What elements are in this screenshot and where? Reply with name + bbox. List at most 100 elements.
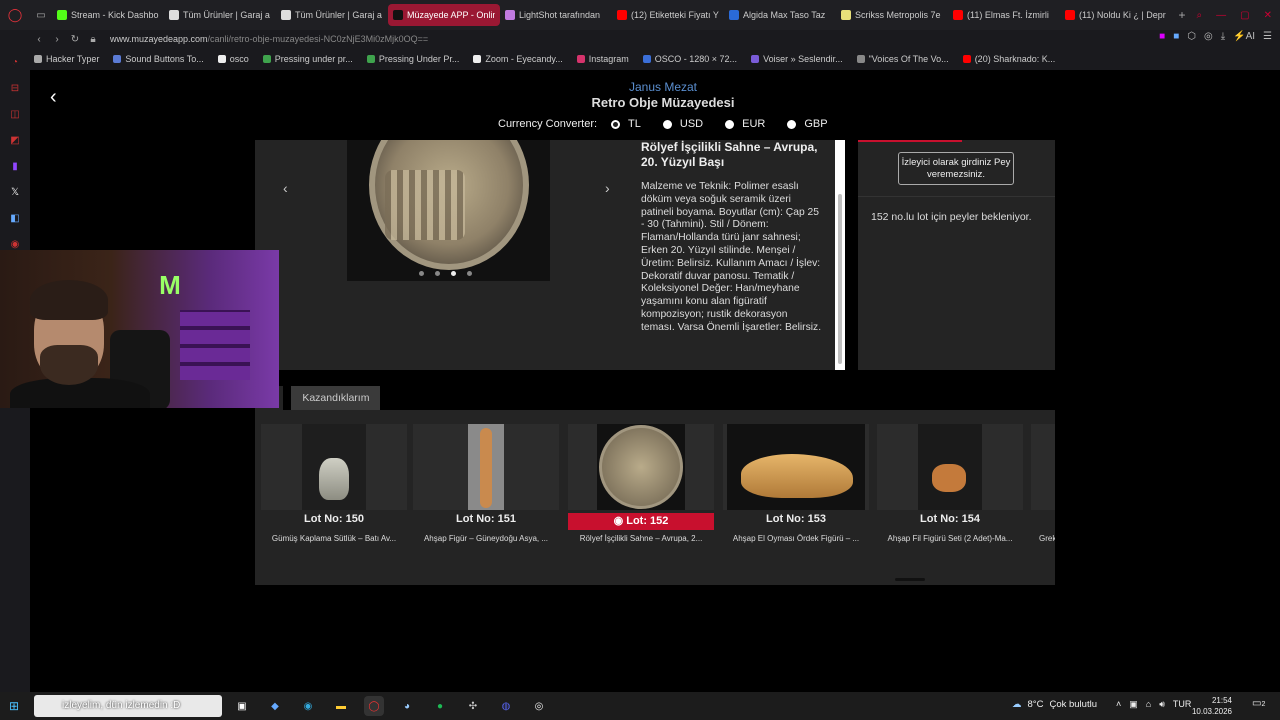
- browser-tab[interactable]: Stream - Kick Dashbo: [52, 4, 164, 26]
- translate-sidebar-icon[interactable]: ◧: [8, 212, 22, 226]
- messenger-icon[interactable]: ◫: [8, 108, 22, 122]
- bag-icon[interactable]: ⊟: [8, 82, 22, 96]
- bookmark-item[interactable]: Zoom - Eyecandy...: [473, 54, 563, 64]
- lot-card[interactable]: Lot No: 151 Ahşap Figür – Güneydoğu Asya,…: [413, 424, 559, 552]
- pagination-dot[interactable]: [435, 271, 440, 276]
- browser-tab[interactable]: Tüm Ürünler | Garaj a: [164, 4, 276, 26]
- speed-dial-icon[interactable]: ◔: [8, 56, 22, 70]
- url-field[interactable]: www.muzayedeapp.com/canli/retro-obje-muz…: [110, 34, 428, 44]
- pagination-dot[interactable]: [419, 271, 424, 276]
- description-scrollbar[interactable]: [835, 140, 845, 370]
- edge-icon[interactable]: ◉: [298, 696, 318, 716]
- back-nav-icon[interactable]: ‹: [30, 34, 48, 45]
- browser-tab[interactable]: Algida Max Taso Taz: [724, 4, 836, 26]
- twitch-icon[interactable]: ▮: [8, 160, 22, 174]
- lot-card[interactable]: Lot No: 154 Ahşap Fil Figürü Seti (2 Adet…: [877, 424, 1023, 552]
- start-icon[interactable]: ⊞: [0, 692, 28, 720]
- lot-number: Lot No: 153: [766, 513, 826, 525]
- tab-favicon-icon: [393, 10, 403, 20]
- weather-widget[interactable]: ☁ 8°C Çok bulutlu: [1012, 699, 1097, 710]
- bookmark-item[interactable]: Hacker Typer: [34, 54, 99, 64]
- bookmark-label: Sound Buttons To...: [125, 54, 204, 64]
- chevron-up-icon[interactable]: ˄: [1116, 699, 1121, 710]
- pagination-dot[interactable]: [451, 271, 456, 276]
- lot-image: [413, 424, 559, 510]
- browser-tab[interactable]: (11) Noldu Ki ¿ | Depr: [1060, 4, 1172, 26]
- taskbar-search[interactable]: izleyelim, dün izlemedin :D: [34, 695, 222, 717]
- bookmark-favicon-icon: [34, 55, 42, 63]
- new-tab-button[interactable]: +: [1172, 8, 1192, 22]
- lot-card[interactable]: Lot No: 153 Ahşap El Oyması Ördek Figürü …: [723, 424, 869, 552]
- browser-tab[interactable]: (11) Elmas Ft. İzmirli: [948, 4, 1060, 26]
- browser-tab[interactable]: Müzayede APP - Online M: [388, 4, 500, 26]
- bookmark-favicon-icon: [751, 55, 760, 63]
- discord-icon[interactable]: ◍: [496, 696, 516, 716]
- lot-card[interactable]: Grek: [1031, 424, 1055, 552]
- download-icon[interactable]: ⤓: [1221, 31, 1225, 42]
- extensions-icon[interactable]: ⬡: [1187, 31, 1196, 42]
- maximize-icon[interactable]: ▢: [1240, 10, 1249, 21]
- network-icon[interactable]: ⌂: [1146, 699, 1151, 710]
- currency-option-gbp[interactable]: GBP: [787, 118, 828, 130]
- browser-tab[interactable]: Tüm Ürünler | Garaj a: [276, 4, 388, 26]
- tab-label: Algida Max Taso Taz: [743, 10, 826, 20]
- prev-image-arrow-icon[interactable]: ‹: [283, 180, 288, 196]
- menu-icon[interactable]: ☰: [1263, 31, 1272, 42]
- bookmark-item[interactable]: Pressing Under Pr...: [366, 54, 459, 64]
- lot-name: Ahşap Fil Figürü Seti (2 Adet)-Ma...: [887, 534, 1013, 543]
- extension-icon[interactable]: ■: [1159, 31, 1165, 42]
- obs-icon[interactable]: ◎: [529, 696, 549, 716]
- bookmark-item[interactable]: Pressing under pr...: [262, 54, 353, 64]
- spotify-icon[interactable]: ●: [430, 696, 450, 716]
- auction-house-name[interactable]: Janus Mezat: [30, 80, 1280, 94]
- bookmark-item[interactable]: osco: [217, 54, 249, 64]
- tab-label: Stream - Kick Dashbo: [71, 10, 159, 20]
- tray-app-icon[interactable]: ▣: [1129, 699, 1138, 710]
- currency-option-eur[interactable]: EUR: [725, 118, 765, 130]
- clock[interactable]: 21:54 10.03.2026: [1192, 695, 1232, 717]
- lots-scrollbar[interactable]: [895, 578, 925, 581]
- lot-card[interactable]: Lot No: 150 Gümüş Kaplama Sütlük – Batı A…: [261, 424, 407, 552]
- explorer-icon[interactable]: ◆: [265, 696, 285, 716]
- forward-nav-icon[interactable]: ›: [48, 34, 66, 45]
- bookmark-item[interactable]: Sound Buttons To...: [113, 54, 204, 64]
- x-icon[interactable]: 𝕏: [8, 186, 22, 200]
- camera-icon[interactable]: ◎: [1204, 31, 1213, 42]
- task-view-icon[interactable]: ▣: [232, 696, 252, 716]
- next-image-arrow-icon[interactable]: ›: [605, 180, 610, 196]
- bookmark-item[interactable]: OSCO - 1280 × 72...: [642, 54, 737, 64]
- pagination-dot[interactable]: [467, 271, 472, 276]
- tab-islands-icon[interactable]: ▭: [30, 0, 52, 30]
- aria-ai-button[interactable]: ⚡AI: [1233, 31, 1255, 42]
- close-icon[interactable]: ✕: [1264, 10, 1272, 21]
- minimize-icon[interactable]: —: [1216, 10, 1226, 21]
- reload-icon[interactable]: ↻: [66, 34, 84, 45]
- bookmark-label: Hacker Typer: [46, 54, 100, 64]
- bookmark-item[interactable]: Voiser » Seslendir...: [751, 54, 843, 64]
- bookmark-item[interactable]: (20) Sharknado: K...: [962, 54, 1055, 64]
- item-image[interactable]: [347, 140, 550, 281]
- currency-option-tl[interactable]: TL: [611, 118, 641, 130]
- app-icon[interactable]: ✣: [463, 696, 483, 716]
- image-pagination-dots: [419, 271, 472, 276]
- browser-tab[interactable]: Scrikss Metropolis 7e: [836, 4, 948, 26]
- tab-favicon-icon: [841, 10, 851, 20]
- folder-icon[interactable]: ▬: [331, 696, 351, 716]
- lot-card[interactable]: ◉ Lot: 152 Rölyef İşçilikli Sahne – Avrup…: [568, 424, 714, 552]
- notification-icon[interactable]: ▭2: [1252, 698, 1265, 709]
- bookmark-favicon-icon: [642, 55, 651, 63]
- volume-icon[interactable]: 🔊︎: [1159, 699, 1165, 710]
- search-tabs-icon[interactable]: ⌕: [1197, 10, 1203, 21]
- currency-option-usd[interactable]: USD: [662, 118, 703, 130]
- browser-tab[interactable]: LightShot tarafından: [500, 4, 612, 26]
- tab-won[interactable]: Kazandıklarım: [291, 386, 381, 410]
- steam-icon[interactable]: ◕: [397, 696, 417, 716]
- opera-taskbar-icon[interactable]: ◯: [364, 696, 384, 716]
- bookmark-item[interactable]: Instagram: [576, 54, 629, 64]
- browser-tab[interactable]: (12) Etiketteki Fiyatı Y: [612, 4, 724, 26]
- aria-icon[interactable]: ◩: [8, 134, 22, 148]
- opera-logo-icon[interactable]: ◯: [0, 0, 30, 30]
- waiting-bids-text: 152 no.lu lot için peyler bekleniyor.: [871, 211, 1032, 223]
- translate-icon[interactable]: ■: [1173, 31, 1179, 42]
- bookmark-item[interactable]: "Voices Of The Vo...: [856, 54, 949, 64]
